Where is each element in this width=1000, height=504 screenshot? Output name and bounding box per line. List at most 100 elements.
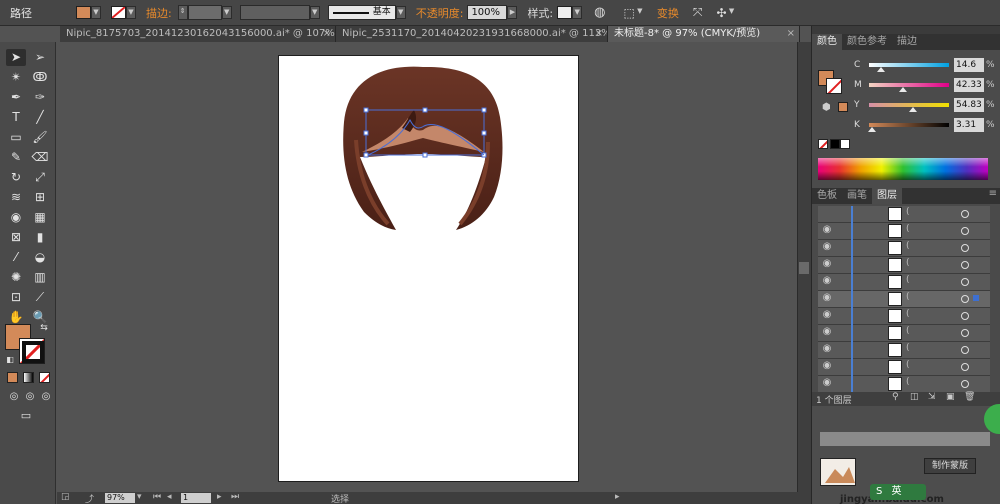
direct-selection-tool-icon[interactable]: ➢ xyxy=(30,49,50,66)
layer-name[interactable]: ( xyxy=(906,207,910,217)
color-mode-icon[interactable] xyxy=(7,372,18,383)
gradient-tool-icon[interactable]: ▮ xyxy=(30,229,50,246)
mesh-tool-icon[interactable]: ⊠ xyxy=(6,229,26,246)
channel-value[interactable]: 3.31 xyxy=(954,118,984,132)
transform-link[interactable]: 变换 xyxy=(657,5,679,21)
black-color-chip[interactable] xyxy=(830,139,840,149)
graphic-style-swatch[interactable] xyxy=(557,6,573,19)
layer-name[interactable]: ( xyxy=(906,224,910,234)
curvature-tool-icon[interactable]: ✑ xyxy=(30,89,50,106)
type-tool-icon[interactable]: T xyxy=(6,109,26,126)
create-sublayer-icon[interactable]: ⇲ xyxy=(928,392,936,402)
fill-color-swatch[interactable] xyxy=(76,6,91,19)
tab-color-guide[interactable]: 颜色参考 xyxy=(842,34,892,50)
align-selection-icon[interactable]: ⬚ xyxy=(624,6,635,20)
layer-name[interactable]: ( xyxy=(906,275,910,285)
layer-row[interactable]: ◉( xyxy=(818,342,990,359)
channel-value[interactable]: 54.83 xyxy=(954,98,984,112)
visibility-eye-icon[interactable]: ◉ xyxy=(820,292,834,306)
opacity-dropdown[interactable]: ▶ xyxy=(507,6,518,19)
free-transform-tool-icon[interactable]: ⊞ xyxy=(30,189,50,206)
slider-thumb[interactable] xyxy=(898,87,907,92)
tab-swatches[interactable]: 色板 xyxy=(812,188,842,204)
variable-width-profile[interactable] xyxy=(239,5,310,20)
channel-value[interactable]: 14.6 xyxy=(954,58,984,72)
screen-mode-icon[interactable]: ▭ xyxy=(16,407,36,424)
stroke-label[interactable]: 描边: xyxy=(146,5,172,21)
line-tool-icon[interactable]: ╱ xyxy=(30,109,50,126)
target-circle-icon[interactable] xyxy=(961,244,969,252)
layer-row[interactable]: ◉( xyxy=(818,291,990,308)
target-circle-icon[interactable] xyxy=(961,295,969,303)
slice-tool-icon[interactable]: ⟋ xyxy=(30,289,50,306)
tab-brushes[interactable]: 画笔 xyxy=(842,188,872,204)
tab-document-3[interactable]: 未标题-8* @ 97% (CMYK/预览) × xyxy=(608,26,800,42)
artboard-number-field[interactable]: 1 xyxy=(181,493,211,503)
hair-artwork[interactable] xyxy=(338,62,508,234)
color-spectrum-bar[interactable] xyxy=(818,158,988,180)
target-circle-icon[interactable] xyxy=(961,380,969,388)
paintbrush-tool-icon[interactable]: 🖌 xyxy=(30,129,50,146)
layer-name[interactable]: ( xyxy=(906,326,910,336)
first-artboard-icon[interactable]: ⏮ xyxy=(153,492,161,502)
next-artboard-icon[interactable]: ▸ xyxy=(217,492,222,502)
ime-toolbar[interactable]: S 英 xyxy=(870,484,926,500)
yellow-slider[interactable]: Y 54.83 % xyxy=(812,98,1000,114)
layer-row[interactable]: ◉( xyxy=(818,325,990,342)
stroke-weight-stepper[interactable]: ⇕ xyxy=(177,5,188,20)
last-artboard-icon[interactable]: ⏭ xyxy=(231,492,239,502)
eyedropper-tool-icon[interactable]: ⁄ xyxy=(6,249,26,266)
perspective-grid-tool-icon[interactable]: ▦ xyxy=(30,209,50,226)
target-circle-icon[interactable] xyxy=(961,278,969,286)
close-tab-icon[interactable]: × xyxy=(323,26,331,42)
slider-track[interactable] xyxy=(869,123,949,127)
eraser-tool-icon[interactable]: ⌫ xyxy=(30,149,50,166)
visibility-eye-icon[interactable]: ◉ xyxy=(820,326,834,340)
status-menu-icon[interactable]: ▸ xyxy=(615,492,620,502)
layer-row[interactable]: ◉( xyxy=(818,257,990,274)
make-mask-button[interactable]: 制作蒙版 xyxy=(924,458,976,474)
locate-object-icon[interactable]: ⚲ xyxy=(892,392,899,402)
status-selection-label[interactable]: 选择 xyxy=(331,492,349,504)
blend-tool-icon[interactable]: ◒ xyxy=(30,249,50,266)
make-clipping-mask-icon[interactable]: ◫ xyxy=(910,392,919,402)
shape-builder-tool-icon[interactable]: ◉ xyxy=(6,209,26,226)
graphic-style-dropdown[interactable]: ▼ xyxy=(572,6,583,19)
gradient-mode-icon[interactable] xyxy=(23,372,34,383)
draw-inside-icon[interactable]: ◎ xyxy=(36,388,56,405)
visibility-eye-icon[interactable]: ◉ xyxy=(820,241,834,255)
isolate-object-icon[interactable]: ⤧ xyxy=(693,5,703,20)
slider-thumb[interactable] xyxy=(876,67,885,72)
pen-tool-icon[interactable]: ✒ xyxy=(6,89,26,106)
scale-tool-icon[interactable]: ⤢ xyxy=(30,169,50,186)
options-dropdown[interactable]: ▼ xyxy=(727,6,737,19)
target-circle-icon[interactable] xyxy=(961,261,969,269)
slider-thumb[interactable] xyxy=(908,107,917,112)
layer-row[interactable]: ◉( xyxy=(818,359,990,376)
layer-name[interactable]: ( xyxy=(906,292,910,302)
default-fill-stroke-icon[interactable]: ◧ xyxy=(0,351,20,368)
tab-color[interactable]: 颜色 xyxy=(812,34,842,50)
black-slider[interactable]: K 3.31 % xyxy=(812,118,1000,134)
recolor-artwork-icon[interactable]: ◍ xyxy=(594,5,605,20)
magenta-slider[interactable]: M 42.33 % xyxy=(812,78,1000,94)
close-tab-icon[interactable]: × xyxy=(595,26,603,42)
stroke-weight-field[interactable] xyxy=(187,5,222,20)
more-options-icon[interactable]: ✣ xyxy=(716,6,726,20)
opacity-field[interactable]: 100% xyxy=(467,5,508,20)
lasso-tool-icon[interactable]: ↂ xyxy=(30,69,50,86)
opacity-label[interactable]: 不透明度: xyxy=(416,5,464,21)
fill-dropdown-arrow[interactable]: ▼ xyxy=(91,6,101,19)
zoom-dropdown[interactable]: ▾ xyxy=(137,492,142,502)
target-circle-icon[interactable] xyxy=(961,227,969,235)
selection-tool-icon[interactable]: ➤ xyxy=(6,49,26,66)
target-circle-icon[interactable] xyxy=(961,210,969,218)
target-circle-icon[interactable] xyxy=(961,346,969,354)
layer-row[interactable]: ◉( xyxy=(818,308,990,325)
slider-thumb[interactable] xyxy=(867,127,876,132)
close-tab-icon[interactable]: × xyxy=(787,26,795,42)
visibility-eye-icon[interactable]: ◉ xyxy=(820,275,834,289)
visibility-eye-icon[interactable]: ◉ xyxy=(820,309,834,323)
visibility-eye-icon[interactable]: ◉ xyxy=(820,343,834,357)
target-circle-icon[interactable] xyxy=(961,329,969,337)
